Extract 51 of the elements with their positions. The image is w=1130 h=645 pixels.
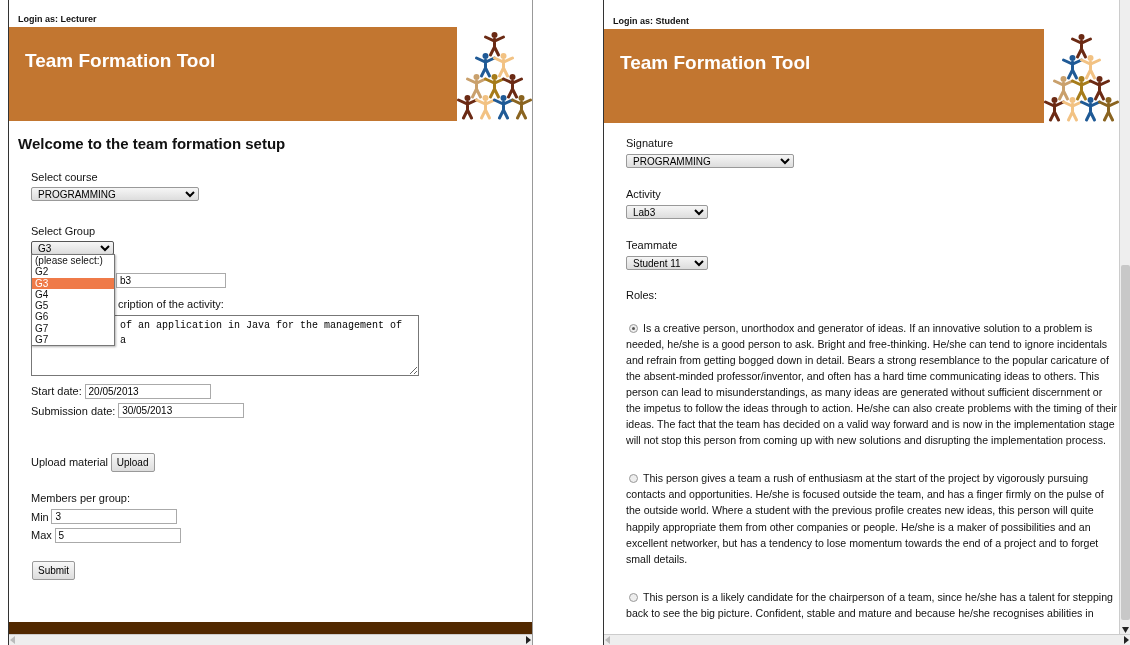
scroll-left-icon[interactable] [9,636,16,644]
dropdown-option[interactable]: (please select:) [32,255,114,267]
banner-title: Team Formation Tool [620,51,811,75]
dropdown-option[interactable]: G7 [32,334,114,346]
submission-date-field[interactable]: 30/05/2013 [118,403,245,419]
field-label: Start date: [31,384,82,399]
dropdown-option[interactable]: G7 [32,322,114,335]
field-label: Members per group: [31,491,131,506]
radio-button[interactable] [629,592,638,602]
field-label: Select Group [31,223,96,239]
scroll-left-icon[interactable] [604,636,611,644]
login-label: Login as: Lecturer [17,13,98,26]
upload-button[interactable]: Upload [110,453,155,472]
course-select[interactable]: PROGRAMMING [31,187,199,201]
field-label: Max [31,528,52,543]
activity-field[interactable]: b3 [116,272,226,288]
radio-button[interactable] [629,323,638,333]
horizontal-scrollbar[interactable] [604,634,1130,645]
dropdown-select[interactable]: PROGRAMMING [626,153,794,168]
field-label: Roles: [626,288,658,303]
scroll-right-icon[interactable] [525,636,532,644]
max-field[interactable]: 5 [54,527,181,543]
role-option[interactable]: Is a creative person, unorthodox and generator of ideas. If an innovative solution to a problem is needed, he/she is a good person to ask. Bright and free-thinking. He/she can tend to ignore incidentals and refrain from getting bogged down in detail. Bears a strong resemblance to the popular caricature of the absent-minded professor/inventor, and often has a hard time communicating ideas to others. This person can lead to misunderstandings, as many ideas are generated without sufficient discernment or the impetus to follow the ideas through to action. He/she can also create problems with the timing of their ideas. The fact that the team has decided on a valid way forward and is now in the implementation stage will not stop this person from coming up with new solutions and disrupting the implementation process. [626,319,1118,449]
horizontal-scrollbar[interactable] [9,634,532,645]
field-label: Teammate [626,238,678,253]
dropdown-option[interactable]: G2 [32,266,114,278]
scroll-right-icon[interactable] [1123,636,1130,644]
submit-button[interactable]: Submit [32,560,76,580]
field-label: cription of the activity: [118,297,224,312]
start-date-field[interactable]: 20/05/2013 [84,383,211,399]
field-label: Signature [626,136,674,151]
scrollbar-thumb[interactable] [1120,265,1130,620]
role-option[interactable]: This person gives a team a rush of enthusiasm at the start of the project by vigorously pursuing contacts and opportunities. He/she is focused outside the team, and has a finger firmly on the pulse of the outside world. Where a student with the previous profile creates new ideas, this person will quite happily appropriate them from other companies or people. He/she is a maker of possibilities and an excellent networker, but has a tendency to lose momentum towards the end of a project and to forget small details. [626,470,1118,567]
field-label: Submission date: [31,403,116,419]
login-label: Login as: Student [612,15,690,28]
dropdown-option[interactable]: G6 [32,311,114,323]
radio-button[interactable] [629,474,638,484]
role-option[interactable]: This person is a likely candidate for the chairperson of a team, since he/she has a talent for stepping back to see the big picture. Confident, stable and mature and because he/she recognises abilities in [626,588,1118,621]
field-label: Upload material [31,455,109,471]
vertical-scrollbar[interactable] [1119,0,1130,634]
field-label: Min [31,509,49,525]
dropdown-option[interactable]: G4 [32,288,114,301]
dropdown-option[interactable]: G5 [32,300,114,312]
min-field[interactable]: 3 [51,509,178,525]
field-label: Select course [31,169,98,185]
field-label: Activity [626,187,661,202]
banner-title: Team Formation Tool [25,49,216,73]
group-select[interactable]: G3 [31,241,114,255]
dropdown-select[interactable]: Lab3 [626,204,708,219]
dropdown-select[interactable]: Student 11 [626,255,708,270]
page-heading: Welcome to the team formation setup [18,135,286,152]
